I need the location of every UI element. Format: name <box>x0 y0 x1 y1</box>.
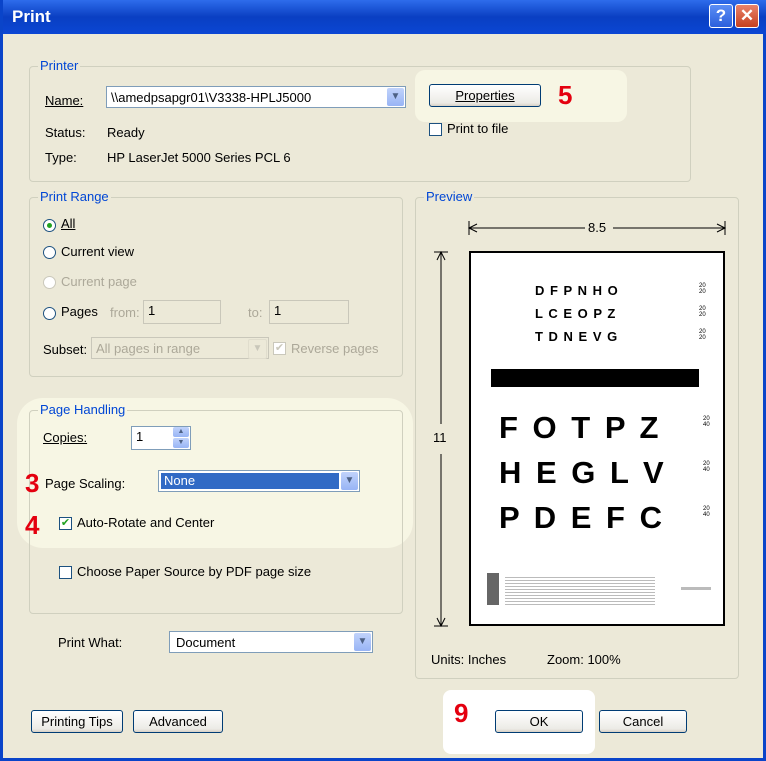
printing-tips-button-label: Printing Tips <box>41 714 113 729</box>
properties-button-label: Properties <box>455 88 515 103</box>
chart-row-6: P D E F C <box>499 500 665 535</box>
chevron-down-icon[interactable]: ▼ <box>354 633 371 651</box>
print-dialog: Print ? ✕ Printer Name: \\amedpsapgr01\V… <box>0 0 766 761</box>
print-range-legend: Print Range <box>38 189 111 204</box>
window-title: Print <box>12 7 51 26</box>
all-label[interactable]: All <box>61 216 75 231</box>
to-label: to: <box>248 305 263 320</box>
chart-row-3: T D N E V G <box>535 329 619 344</box>
advanced-button-label: Advanced <box>149 714 207 729</box>
chevron-down-icon[interactable]: ▼ <box>248 339 267 359</box>
fine-print-text <box>505 575 655 605</box>
pages-radio[interactable] <box>43 307 56 320</box>
auto-rotate-label[interactable]: Auto-Rotate and Center <box>77 515 214 530</box>
subset-value: All pages in range <box>96 341 201 356</box>
units-label: Units: Inches <box>431 652 507 667</box>
reverse-pages-checkbox[interactable]: ✔ <box>273 342 286 355</box>
pages-label[interactable]: Pages <box>61 304 98 319</box>
current-view-radio[interactable] <box>43 246 56 259</box>
advanced-button[interactable]: Advanced <box>133 710 223 733</box>
print-to-file-label[interactable]: Print to file <box>447 121 508 136</box>
chart-row-2: L C E O P Z <box>535 306 617 321</box>
chart-row-6-fraction: 20 40 <box>703 506 710 518</box>
callout-page-scaling: 3 <box>25 468 40 498</box>
chart-row-5-fraction: 20 40 <box>703 461 710 473</box>
fine-print-logo <box>487 573 499 605</box>
printer-type-value: HP LaserJet 5000 Series PCL 6 <box>107 150 291 165</box>
printing-tips-button[interactable]: Printing Tips <box>31 710 123 733</box>
current-view-label[interactable]: Current view <box>61 244 134 259</box>
chart-row-3-fraction: 20 20 <box>699 329 706 341</box>
printer-name-value: \\amedpsapgr01\V3338-HPLJ5000 <box>111 90 312 105</box>
preview-width-label: 8.5 <box>588 220 607 235</box>
copies-stepper[interactable]: ▲ ▼ <box>173 427 189 449</box>
copies-label: Copies: <box>43 430 88 445</box>
pages-from-input[interactable]: 1 <box>143 300 221 324</box>
print-to-file-checkbox[interactable] <box>429 123 442 136</box>
subset-label: Subset: <box>43 342 88 357</box>
chevron-down-icon[interactable]: ▼ <box>387 88 404 106</box>
fine-print-side <box>681 587 711 590</box>
printer-status-label: Status: <box>45 125 86 140</box>
pages-from-value: 1 <box>148 303 156 318</box>
choose-paper-label[interactable]: Choose Paper Source by PDF page size <box>77 564 311 579</box>
callout-ok: 9 <box>454 698 469 728</box>
all-radio[interactable] <box>43 219 56 232</box>
decrement-icon[interactable]: ▼ <box>173 438 189 448</box>
page-scaling-select[interactable]: None ▼ <box>158 470 360 492</box>
print-what-value: Document <box>176 635 236 650</box>
from-label: from: <box>110 305 140 320</box>
printer-type-label: Type: <box>45 150 77 165</box>
choose-paper-checkbox[interactable] <box>59 566 72 579</box>
printer-name-label: Name: <box>45 93 84 108</box>
subset-select[interactable]: All pages in range ▼ <box>91 337 269 359</box>
chevron-down-icon[interactable]: ▼ <box>341 472 358 490</box>
cancel-button-label: Cancel <box>622 714 664 729</box>
chart-row-4: F O T P Z <box>499 410 662 445</box>
preview-legend: Preview <box>424 189 475 204</box>
current-page-label: Current page <box>61 274 137 289</box>
ok-button-label: OK <box>529 714 549 729</box>
page-scaling-value: None <box>161 473 339 489</box>
properties-button[interactable]: Properties <box>429 84 541 107</box>
chart-row-1-fraction: 20 20 <box>699 283 706 295</box>
preview-page: D F P N H O L C E O P Z T D N E V G 20 20… <box>469 251 725 626</box>
chart-row-5: H E G L V <box>499 455 667 490</box>
copies-value: 1 <box>136 429 144 444</box>
help-button[interactable]: ? <box>709 4 733 28</box>
zoom-label: Zoom: 100% <box>547 652 621 667</box>
chart-row-4-fraction: 20 40 <box>703 416 710 428</box>
chart-row-2-fraction: 20 20 <box>699 306 706 318</box>
close-button[interactable]: ✕ <box>735 4 759 28</box>
current-page-radio[interactable] <box>43 276 56 289</box>
chart-divider-bar <box>491 369 699 387</box>
ok-button[interactable]: OK <box>495 710 583 733</box>
chart-row-1: D F P N H O <box>535 283 619 298</box>
printer-status-value: Ready <box>107 125 145 140</box>
callout-properties: 5 <box>558 80 573 110</box>
auto-rotate-checkbox[interactable]: ✔ <box>59 517 72 530</box>
reverse-pages-label: Reverse pages <box>291 341 379 356</box>
print-what-label: Print What: <box>58 635 123 650</box>
pages-to-value: 1 <box>274 303 282 318</box>
print-what-select[interactable]: Document ▼ <box>169 631 373 653</box>
callout-auto-rotate: 4 <box>25 510 40 540</box>
title-bar[interactable]: Print ? ✕ <box>3 0 766 34</box>
increment-icon[interactable]: ▲ <box>173 427 189 437</box>
page-scaling-label: Page Scaling: <box>45 476 126 491</box>
pages-to-input[interactable]: 1 <box>269 300 349 324</box>
printer-legend: Printer <box>38 58 81 73</box>
cancel-button[interactable]: Cancel <box>599 710 687 733</box>
preview-height-label: 11 <box>433 430 447 445</box>
printer-name-select[interactable]: \\amedpsapgr01\V3338-HPLJ5000 ▼ <box>106 86 406 108</box>
page-handling-legend: Page Handling <box>38 402 128 417</box>
